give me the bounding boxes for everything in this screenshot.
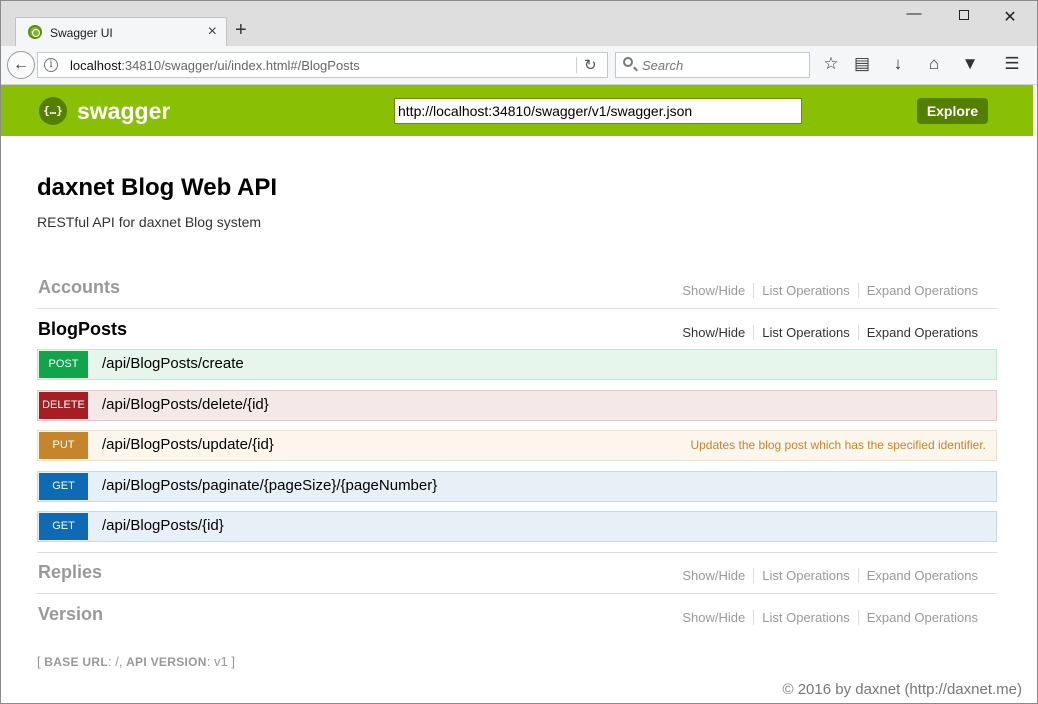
search-input[interactable]	[642, 57, 802, 73]
expand-operations-link[interactable]: Expand Operations	[857, 325, 986, 340]
expand-operations-link[interactable]: Expand Operations	[857, 610, 986, 625]
address-bar[interactable]: i localhost:34810/swagger/ui/index.html#…	[37, 52, 608, 78]
window-close-button[interactable]: ✕	[995, 7, 1025, 27]
api-description: RESTful API for daxnet Blog system	[37, 214, 262, 230]
list-operations-link[interactable]: List Operations	[753, 325, 857, 340]
list-operations-link[interactable]: List Operations	[753, 568, 857, 583]
search-icon	[623, 57, 633, 67]
resource-actions-blogposts: Show/Hide List Operations Expand Operation…	[674, 325, 986, 340]
base-url-label: BASE URL	[44, 655, 108, 669]
operation-path[interactable]: /api/BlogPosts/update/{id}	[102, 436, 274, 453]
show-hide-link[interactable]: Show/Hide	[674, 283, 753, 298]
http-method-badge[interactable]: POST	[39, 351, 88, 378]
search-box[interactable]	[615, 52, 810, 78]
resource-actions-accounts: Show/Hide List Operations Expand Operation…	[674, 283, 986, 298]
browser-tab[interactable]: Swagger UI ×	[15, 17, 227, 47]
new-tab-button[interactable]: +	[235, 19, 247, 42]
resource-actions-replies: Show/Hide List Operations Expand Operation…	[674, 568, 986, 583]
http-method-badge[interactable]: GET	[39, 513, 88, 540]
resource-divider	[37, 308, 997, 309]
swagger-logo-icon[interactable]: {…}	[39, 97, 67, 125]
back-arrow-icon[interactable]: ←	[7, 51, 35, 79]
resource-version: Version Show/Hide List Operations Expand O…	[37, 604, 997, 628]
resource-replies: Replies Show/Hide List Operations Expand O…	[37, 562, 997, 586]
operation-path[interactable]: /api/BlogPosts/create	[102, 355, 244, 372]
api-version-value: v1	[213, 654, 228, 669]
copyright-watermark: © 2016 by daxnet (http://daxnet.me)	[782, 681, 1022, 698]
expand-operations-link[interactable]: Expand Operations	[857, 283, 986, 298]
tab-strip: Swagger UI × + — ✕	[1, 1, 1037, 47]
api-title: daxnet Blog Web API	[37, 174, 278, 201]
tab-close-icon[interactable]: ×	[208, 23, 217, 41]
download-icon[interactable]: ↓	[887, 54, 909, 74]
maximize-icon	[959, 10, 969, 20]
operation-post-create[interactable]: POST /api/BlogPosts/create	[37, 349, 997, 380]
http-method-badge[interactable]: GET	[39, 473, 88, 500]
http-method-badge[interactable]: DELETE	[39, 392, 88, 419]
bookmark-star-icon[interactable]: ☆	[820, 54, 842, 74]
minimize-button[interactable]: —	[899, 5, 929, 22]
close-bracket: ]	[231, 654, 235, 669]
http-method-badge[interactable]: PUT	[39, 432, 88, 459]
expand-operations-link[interactable]: Expand Operations	[857, 568, 986, 583]
resource-blogposts: BlogPosts Show/Hide List Operations Expand…	[37, 319, 997, 343]
operation-get-paginate[interactable]: GET /api/BlogPosts/paginate/{pageSize}/{…	[37, 471, 997, 502]
address-separator	[576, 57, 577, 73]
swagger-header: {…} swagger Explore	[1, 85, 1033, 136]
show-hide-link[interactable]: Show/Hide	[674, 568, 753, 583]
tab-title: Swagger UI	[50, 26, 113, 40]
reload-icon[interactable]: ↻	[584, 56, 597, 74]
base-url-value: /	[115, 654, 119, 669]
resource-name-blogposts[interactable]: BlogPosts	[38, 319, 127, 340]
resource-name-replies[interactable]: Replies	[38, 562, 102, 583]
menu-icon[interactable]: ☰	[1001, 54, 1023, 74]
operation-path[interactable]: /api/BlogPosts/{id}	[102, 517, 224, 534]
resource-name-version[interactable]: Version	[38, 604, 103, 625]
open-bracket: [	[37, 654, 41, 669]
swagger-favicon-icon	[28, 25, 42, 39]
resource-actions-version: Show/Hide List Operations Expand Operation…	[674, 610, 986, 625]
resource-divider	[37, 593, 997, 594]
swagger-logo-text[interactable]: swagger	[77, 98, 170, 125]
explore-button[interactable]: Explore	[917, 98, 988, 124]
operation-delete[interactable]: DELETE /api/BlogPosts/delete/{id}	[37, 390, 997, 421]
reading-list-icon[interactable]: ▤	[851, 54, 873, 74]
pocket-icon[interactable]: ▼	[959, 54, 981, 74]
list-operations-link[interactable]: List Operations	[753, 283, 857, 298]
resource-name-accounts[interactable]: Accounts	[38, 277, 120, 298]
operation-summary: Updates the blog post which has the spec…	[690, 438, 986, 452]
show-hide-link[interactable]: Show/Hide	[674, 610, 753, 625]
resource-divider	[37, 552, 997, 553]
address-url: localhost:34810/swagger/ui/index.html#/B…	[70, 58, 360, 73]
operation-get-by-id[interactable]: GET /api/BlogPosts/{id}	[37, 511, 997, 542]
spec-url-input[interactable]	[394, 98, 802, 124]
resource-accounts: Accounts Show/Hide List Operations Expand …	[37, 277, 997, 301]
operation-path[interactable]: /api/BlogPosts/delete/{id}	[102, 396, 269, 413]
base-url-info: [ BASE URL: /, API VERSION: v1 ]	[37, 654, 235, 669]
home-icon[interactable]: ⌂	[923, 54, 945, 74]
show-hide-link[interactable]: Show/Hide	[674, 325, 753, 340]
list-operations-link[interactable]: List Operations	[753, 610, 857, 625]
operation-path[interactable]: /api/BlogPosts/paginate/{pageSize}/{page…	[102, 477, 437, 494]
maximize-button[interactable]	[949, 7, 979, 24]
site-info-icon[interactable]: i	[44, 58, 58, 72]
navigation-toolbar: ← i localhost:34810/swagger/ui/index.htm…	[1, 46, 1037, 85]
api-version-label: API VERSION	[126, 655, 207, 669]
operation-put-update[interactable]: PUT /api/BlogPosts/update/{id} Updates t…	[37, 430, 997, 461]
